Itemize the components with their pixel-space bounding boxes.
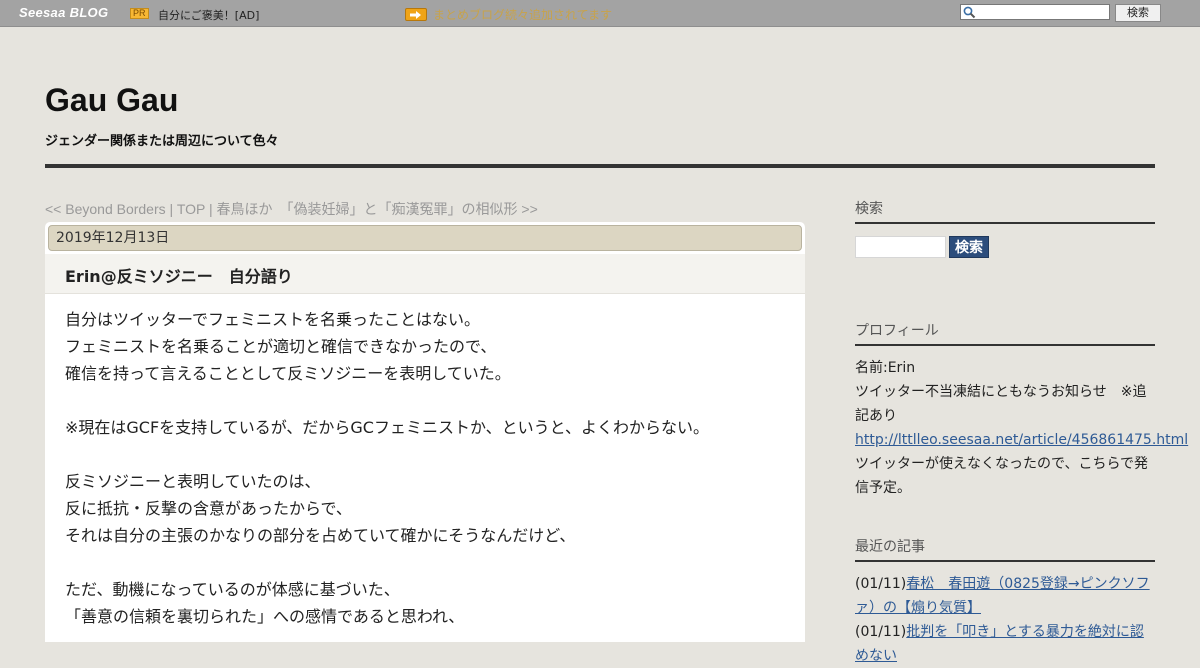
body-line: 「善意の信頼を裏切られた」への感情であると思われ、 xyxy=(65,607,465,626)
nav-separator: | xyxy=(205,201,217,217)
body-line: ただ、動機になっているのが体感に基づいた、 xyxy=(65,580,400,599)
profile-link[interactable]: http://lttlleo.seesaa.net/article/456861… xyxy=(855,432,1188,448)
body-line: 自分はツイッターでフェミニストを名乗ったことはない。 xyxy=(65,310,481,329)
sidebar-search: 検索 xyxy=(855,234,1155,274)
list-item: (01/11)批判を「叩き」とする暴力を絶対に認めない xyxy=(855,620,1155,668)
body-line xyxy=(65,549,785,576)
sidebar-search-input[interactable] xyxy=(855,236,946,258)
recent-posts-section: 最近の記事 (01/11)春松 春田遊（0825登録→ピンクソファ）の【煽り気質… xyxy=(855,536,1155,668)
body-line: フェミニストを名乗ることが適切と確信できなかったので、 xyxy=(65,337,497,356)
notice-link[interactable]: まとめブログ続々追加されてます xyxy=(433,6,612,23)
logo-main-text: Seesaa xyxy=(19,5,66,20)
article-body: 自分はツイッターでフェミニストを名乗ったことはない。 フェミニストを名乗ることが… xyxy=(65,306,785,630)
body-line xyxy=(65,441,785,468)
top-search-input[interactable] xyxy=(960,4,1110,20)
recent-posts-heading: 最近の記事 xyxy=(855,536,1155,562)
profile-name: 名前:Erin xyxy=(855,360,916,376)
recent-posts-list: (01/11)春松 春田遊（0825登録→ピンクソファ）の【煽り気質】 (01/… xyxy=(855,572,1155,668)
article-title-bar: Erin@反ミソジニー 自分語り xyxy=(45,254,805,294)
ad-link[interactable]: 自分にご褒美！[AD] xyxy=(158,7,259,23)
profile-tail: ツイッターが使えなくなったので、こちらで発信予定。 xyxy=(855,456,1149,496)
article-title[interactable]: Erin@反ミソジニー 自分語り xyxy=(65,263,293,287)
site-title[interactable]: Gau Gau xyxy=(45,82,178,119)
article-nav: << Beyond Borders | TOP | 春鳥ほか 「偽装妊婦」と「痴… xyxy=(45,199,538,219)
profile-heading: プロフィール xyxy=(855,320,1155,346)
sidebar-search-heading: 検索 xyxy=(855,198,1155,224)
nav-separator: | xyxy=(165,201,177,217)
top-search-button[interactable]: 検索 xyxy=(1115,4,1161,22)
site-description: ジェンダー関係または周辺について色々 xyxy=(45,134,279,149)
next-article-link[interactable]: 春鳥ほか 「偽装妊婦」と「痴漢冤罪」の相似形 >> xyxy=(217,201,538,217)
top-link[interactable]: TOP xyxy=(177,201,205,217)
body-line: 確信を持って言えることとして反ミソジニーを表明していた。 xyxy=(65,364,511,383)
search-icon xyxy=(963,6,976,22)
sidebar-search-button[interactable]: 検索 xyxy=(949,236,989,258)
body-line: ※現在はGCFを支持しているが、だからGCフェミニストか、というと、よくわからな… xyxy=(65,418,709,437)
sidebar: 検索 検索 プロフィール 名前:Erin ツイッター不当凍結にともなうお知らせ … xyxy=(855,198,1188,668)
recent-date: (01/11) xyxy=(855,576,907,592)
prev-article-link[interactable]: << Beyond Borders xyxy=(45,201,166,217)
recent-date: (01/11) xyxy=(855,624,907,640)
profile-note: ツイッター不当凍結にともなうお知らせ ※追記あり xyxy=(855,384,1147,424)
logo-blog-text: BLOG xyxy=(69,5,109,20)
profile-section: プロフィール 名前:Erin ツイッター不当凍結にともなうお知らせ ※追記あり … xyxy=(855,320,1188,500)
profile-content: 名前:Erin ツイッター不当凍結にともなうお知らせ ※追記あり http://… xyxy=(855,356,1188,500)
arrow-right-icon xyxy=(405,8,427,21)
pr-badge: PR xyxy=(130,8,149,19)
body-line xyxy=(65,387,785,414)
article: 2019年12月13日 Erin@反ミソジニー 自分語り 自分はツイッターでフェ… xyxy=(45,222,805,642)
header-divider xyxy=(45,164,1155,168)
body-line: 反に抵抗・反撃の含意があったからで、 xyxy=(65,499,352,518)
list-item: (01/11)春松 春田遊（0825登録→ピンクソファ）の【煽り気質】 xyxy=(855,572,1155,620)
seesaa-blog-logo[interactable]: Seesaa BLOG xyxy=(19,5,108,20)
top-bar: Seesaa BLOG PR 自分にご褒美！[AD] まとめブログ続々追加されてま… xyxy=(0,0,1200,27)
article-date: 2019年12月13日 xyxy=(48,225,802,251)
body-line: 反ミソジニーと表明していたのは、 xyxy=(65,472,321,491)
body-line: それは自分の主張のかなりの部分を占めていて確かにそうなんだけど、 xyxy=(65,526,576,545)
